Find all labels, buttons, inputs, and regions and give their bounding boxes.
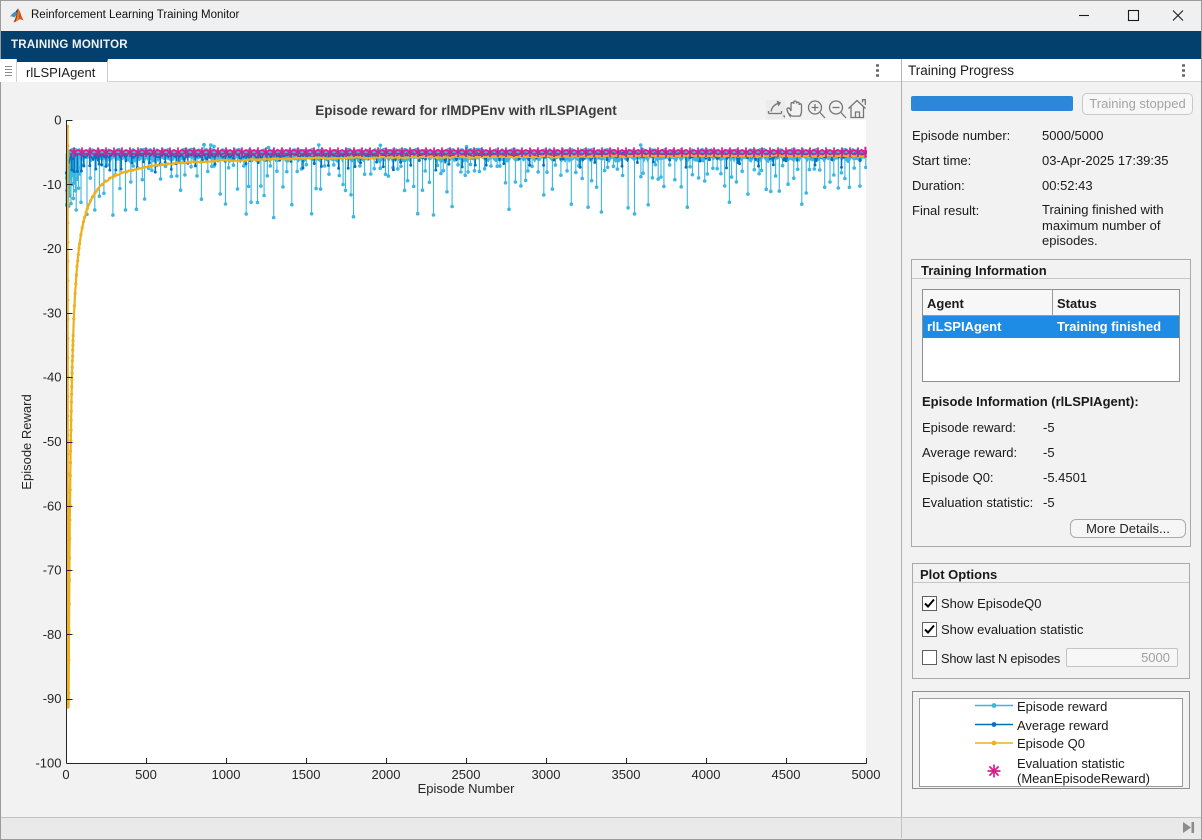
svg-text:-60: -60 [43,498,62,513]
svg-text:500: 500 [135,767,157,782]
svg-text:4500: 4500 [772,767,801,782]
svg-text:-70: -70 [43,563,62,578]
svg-text:3000: 3000 [532,767,561,782]
svg-text:0: 0 [62,767,69,782]
svg-text:4000: 4000 [692,767,721,782]
svg-text:5000: 5000 [852,767,881,782]
svg-text:1000: 1000 [212,767,241,782]
svg-text:-80: -80 [43,627,62,642]
svg-text:2000: 2000 [372,767,401,782]
svg-text:-100: -100 [35,756,61,771]
svg-text:-90: -90 [43,691,62,706]
svg-text:-40: -40 [43,370,62,385]
svg-text:-50: -50 [43,434,62,449]
svg-text:Episode reward for rlMDPEnv wi: Episode reward for rlMDPEnv with rlLSPIA… [315,103,617,118]
svg-text:-10: -10 [43,177,62,192]
svg-text:Episode Number: Episode Number [418,781,515,796]
svg-text:-20: -20 [43,241,62,256]
svg-text:-30: -30 [43,305,62,320]
svg-text:3500: 3500 [612,767,641,782]
svg-text:2500: 2500 [452,767,481,782]
svg-text:1500: 1500 [292,767,321,782]
svg-text:Episode Reward: Episode Reward [19,394,34,489]
svg-text:0: 0 [54,113,61,128]
